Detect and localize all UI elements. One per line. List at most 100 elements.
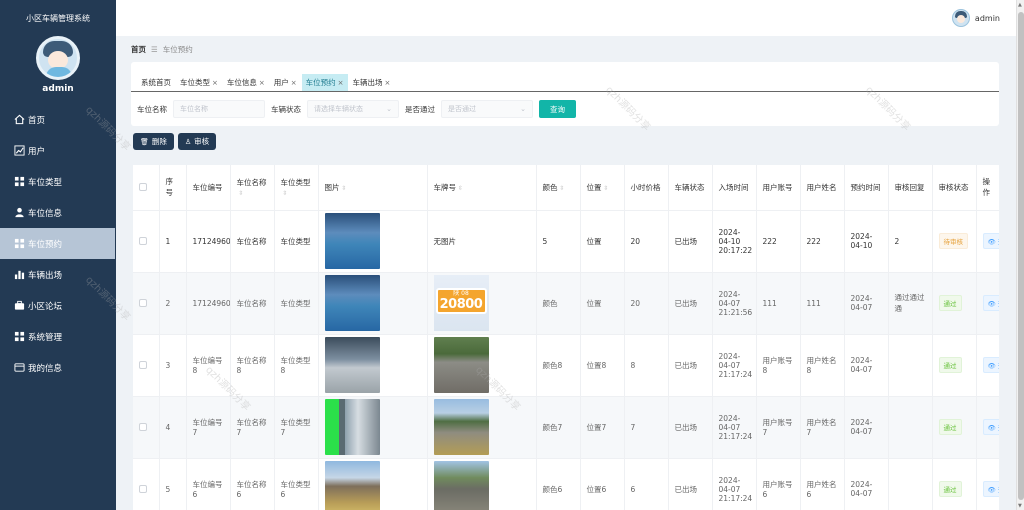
sort-icon[interactable]: ⇳ bbox=[283, 190, 288, 197]
select-all-checkbox[interactable] bbox=[133, 165, 160, 211]
sidebar-item-7[interactable]: 系统管理 bbox=[0, 321, 116, 352]
delete-button[interactable]: 🗑 删除 bbox=[133, 133, 174, 150]
sidebar-item-4[interactable]: 车位预约 bbox=[0, 228, 115, 259]
pass-filter-select[interactable]: 是否通过 ⌄ bbox=[441, 100, 533, 118]
cell-type: 车位类型6 bbox=[274, 458, 319, 510]
cell-index: 1 bbox=[159, 210, 187, 273]
column-header[interactable]: 车牌号 ⇳ bbox=[427, 165, 537, 211]
sidebar-item-5[interactable]: 车辆出场 bbox=[0, 259, 116, 290]
cell-type: 车位类型 bbox=[274, 210, 319, 273]
sidebar: 小区车辆管理系统 admin 首页 用户 车位类型 车位信息 车位预约 车辆出场 小区论坛系… bbox=[0, 0, 116, 510]
view-button[interactable]: 👁 查看 bbox=[982, 419, 999, 435]
cell-price: 20 bbox=[624, 210, 669, 273]
table-row[interactable]: 5 车位编号6 车位名称6 车位类型6 颜色6 位置6 6 已出场 2024-04-07 21:… bbox=[133, 458, 999, 510]
cell-plate: 陕 08 20800 bbox=[427, 272, 537, 335]
cell-picture bbox=[318, 272, 428, 335]
eye-icon: 👁 bbox=[987, 424, 996, 432]
avatar[interactable] bbox=[36, 36, 80, 80]
parking-photo[interactable] bbox=[324, 461, 380, 510]
sidebar-item-3[interactable]: 车位信息 bbox=[0, 197, 116, 228]
cell-plate bbox=[427, 458, 537, 510]
column-header[interactable]: 颜色 ⇳ bbox=[536, 165, 581, 211]
query-button[interactable]: 查询 bbox=[539, 100, 576, 118]
tab-1[interactable]: 车位类型 × bbox=[176, 74, 222, 91]
table-row[interactable]: 3 车位编号8 车位名称8 车位类型8 颜色8 位置8 8 已出场 2024-04-07 21:… bbox=[133, 334, 999, 397]
trash-icon: 🗑 bbox=[140, 137, 149, 146]
view-button[interactable]: 👁 查看 bbox=[982, 481, 999, 497]
tab-5[interactable]: 车辆出场 × bbox=[349, 74, 395, 91]
sort-icon[interactable]: ⇳ bbox=[458, 185, 463, 192]
sidebar-item-0[interactable]: 首页 bbox=[0, 104, 116, 135]
close-icon[interactable]: × bbox=[259, 79, 265, 87]
column-header[interactable]: 图片 ⇳ bbox=[318, 165, 428, 211]
row-checkbox[interactable] bbox=[133, 272, 160, 335]
cell-code: 车位编号8 bbox=[186, 334, 231, 397]
breadcrumb-home[interactable]: 首页 bbox=[131, 44, 146, 55]
cell-price: 8 bbox=[624, 334, 669, 397]
sidebar-item-label: 车位类型 bbox=[28, 177, 63, 188]
row-checkbox[interactable] bbox=[133, 210, 160, 273]
sidebar-item-6[interactable]: 小区论坛 bbox=[0, 290, 116, 321]
close-icon[interactable]: × bbox=[291, 79, 297, 87]
sidebar-item-2[interactable]: 车位类型 bbox=[0, 166, 116, 197]
sort-icon[interactable]: ⇳ bbox=[560, 185, 565, 192]
tab-label: 车辆出场 bbox=[352, 78, 383, 87]
cell-account: 111 bbox=[756, 272, 801, 335]
scrollbar-thumb[interactable] bbox=[1018, 12, 1024, 500]
parking-photo[interactable] bbox=[324, 399, 380, 455]
table-row[interactable]: 4 车位编号7 车位名称7 车位类型7 颜色7 位置7 7 已出场 2024-04-07 21:… bbox=[133, 396, 999, 459]
cell-audit: 待审核 bbox=[932, 210, 977, 273]
cell-username: 用户姓名8 bbox=[800, 334, 845, 397]
scroll-up-icon[interactable]: ▲ bbox=[1018, 2, 1022, 8]
row-checkbox[interactable] bbox=[133, 334, 160, 397]
chevron-down-icon: ⌄ bbox=[386, 105, 392, 113]
review-button[interactable]: ♙ 审核 bbox=[177, 133, 217, 150]
page-scrollbar[interactable]: ▲ ▼ bbox=[1016, 0, 1024, 510]
view-button[interactable]: 👁 查看 bbox=[982, 295, 999, 311]
tab-4[interactable]: 车位预约 × bbox=[301, 74, 348, 91]
eye-icon: 👁 bbox=[987, 238, 996, 246]
cell-color: 颜色8 bbox=[536, 334, 581, 397]
close-icon[interactable]: × bbox=[212, 79, 218, 87]
table-row[interactable]: 21712496083478车位名称车位类型 陕 0820800 颜色位置20已出场… bbox=[133, 272, 999, 335]
plate-photo[interactable] bbox=[433, 399, 489, 455]
menu-icon: ☰ bbox=[151, 45, 158, 54]
column-header: 用户账号 bbox=[756, 165, 801, 211]
column-header[interactable]: 车位名称⇳ bbox=[230, 165, 275, 211]
close-icon[interactable]: × bbox=[338, 79, 344, 87]
sort-icon[interactable]: ⇳ bbox=[342, 185, 347, 192]
cell-audit: 通过 bbox=[932, 272, 977, 335]
status-filter-select[interactable]: 请选择车辆状态 ⌄ bbox=[307, 100, 399, 118]
cell-type: 车位类型 bbox=[274, 272, 319, 335]
sidebar-item-8[interactable]: 我的信息 bbox=[0, 352, 116, 383]
view-button[interactable]: 👁 查看 bbox=[982, 357, 999, 373]
column-header[interactable]: 车位类型⇳ bbox=[274, 165, 319, 211]
column-header: 审核状态 bbox=[932, 165, 977, 211]
table-row[interactable]: 11712496083478车位名称车位类型无图片5位置20已出场2024-04… bbox=[133, 210, 999, 273]
sort-icon[interactable]: ⇳ bbox=[604, 185, 609, 192]
cell-index: 2 bbox=[159, 272, 187, 335]
name-filter-input[interactable]: 车位名称 bbox=[173, 100, 265, 118]
scroll-down-icon[interactable]: ▼ bbox=[1018, 503, 1022, 509]
row-checkbox[interactable] bbox=[133, 396, 160, 459]
parking-photo[interactable] bbox=[324, 275, 380, 331]
sort-icon[interactable]: ⇳ bbox=[239, 190, 244, 197]
tab-3[interactable]: 用户 × bbox=[270, 74, 301, 91]
parking-photo[interactable] bbox=[324, 337, 380, 393]
view-button[interactable]: 👁 查看 bbox=[982, 233, 999, 249]
tab-2[interactable]: 车位信息 × bbox=[223, 74, 269, 91]
tab-0[interactable]: 系统首页 bbox=[137, 74, 175, 91]
plate-photo[interactable] bbox=[433, 461, 489, 510]
reservation-table: 序号 车位编号 车位名称⇳ 车位类型⇳ 图片 ⇳ 车牌号 ⇳ 颜色 ⇳ 位置 ⇳ 小时价格 车辆状态 入场时… bbox=[133, 165, 999, 510]
parking-photo[interactable] bbox=[324, 213, 380, 269]
plate-photo[interactable] bbox=[433, 337, 489, 393]
close-icon[interactable]: × bbox=[385, 79, 391, 87]
cell-reserve-time: 2024-04-07 bbox=[844, 272, 889, 335]
column-header[interactable]: 位置 ⇳ bbox=[580, 165, 625, 211]
chart-line-icon bbox=[13, 145, 25, 157]
user-menu[interactable]: admin bbox=[951, 9, 1000, 27]
cell-picture bbox=[318, 334, 428, 397]
sidebar-item-1[interactable]: 用户 bbox=[0, 135, 116, 166]
license-plate-image[interactable]: 陕 08 20800 bbox=[433, 275, 489, 331]
row-checkbox[interactable] bbox=[133, 458, 160, 510]
